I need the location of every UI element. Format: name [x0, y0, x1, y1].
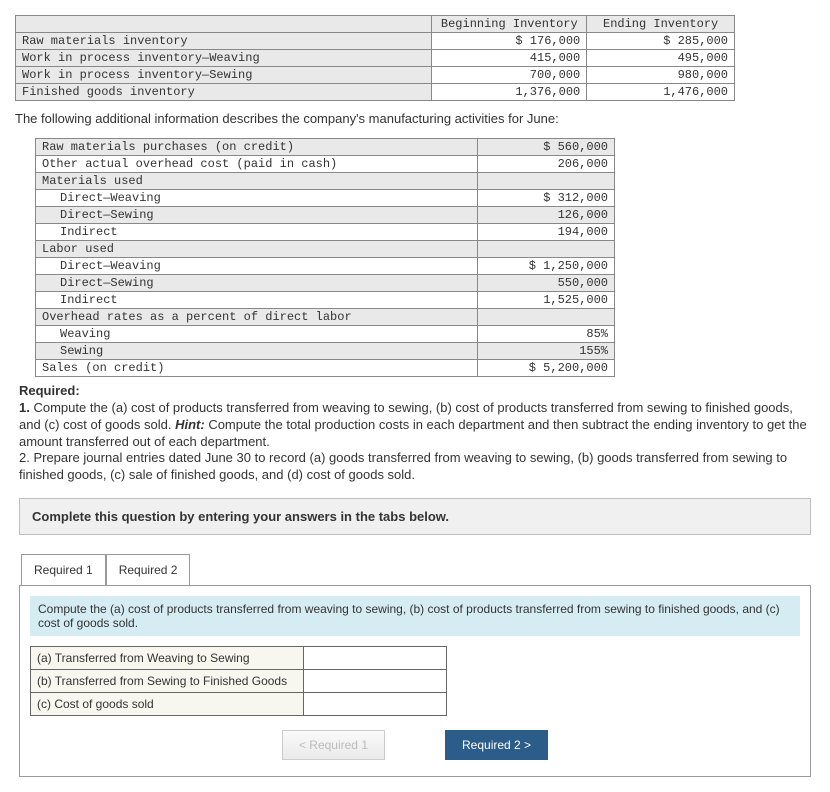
table-row: Other actual overhead cost (paid in cash… [36, 155, 615, 172]
activity-label: Overhead rates as a percent of direct la… [36, 308, 478, 325]
blank-header [16, 16, 432, 33]
narrative-text: The following additional information des… [15, 111, 815, 128]
activity-value: $ 312,000 [478, 189, 615, 206]
answer-input-c[interactable] [310, 696, 440, 712]
nav-buttons: < Required 1 Required 2 > [30, 730, 800, 760]
table-row: Direct—Weaving$ 312,000 [36, 189, 615, 206]
answer-table: (a) Transferred from Weaving to Sewing (… [30, 646, 447, 716]
tab-required-2[interactable]: Required 2 [106, 554, 191, 586]
required-section: Required: 1. Compute the (a) cost of pro… [19, 383, 811, 484]
beginning-inventory-header: Beginning Inventory [432, 16, 587, 33]
table-row: Indirect194,000 [36, 223, 615, 240]
activity-value: $ 1,250,000 [478, 257, 615, 274]
activity-label: Other actual overhead cost (paid in cash… [36, 155, 478, 172]
next-label: Required 2 [462, 738, 521, 752]
table-row: Work in process inventory—Weaving 415,00… [16, 50, 735, 67]
activity-value: 1,525,000 [478, 291, 615, 308]
table-row: Direct—Sewing126,000 [36, 206, 615, 223]
answer-label: (b) Transferred from Sewing to Finished … [31, 670, 304, 693]
inv-beg: 1,376,000 [432, 84, 587, 101]
activity-label: Direct—Sewing [36, 274, 478, 291]
chevron-right-icon: > [521, 738, 531, 752]
activity-label: Sewing [36, 342, 478, 359]
answer-label: (a) Transferred from Weaving to Sewing [31, 647, 304, 670]
table-row: (a) Transferred from Weaving to Sewing [31, 647, 447, 670]
activity-label: Direct—Weaving [36, 189, 478, 206]
activity-label: Indirect [36, 291, 478, 308]
required-heading: Required: [19, 383, 80, 398]
activities-table: Raw materials purchases (on credit)$ 560… [35, 138, 615, 377]
complete-instruction-bar: Complete this question by entering your … [19, 498, 811, 535]
answer-label: (c) Cost of goods sold [31, 693, 304, 716]
chevron-left-icon: < [299, 738, 309, 752]
inv-label: Work in process inventory—Sewing [16, 67, 432, 84]
inv-end: 980,000 [587, 67, 735, 84]
activity-value: 206,000 [478, 155, 615, 172]
activity-label: Indirect [36, 223, 478, 240]
tab-content-required-1: Compute the (a) cost of products transfe… [19, 585, 811, 777]
answer-cell[interactable] [304, 670, 447, 693]
inv-label: Finished goods inventory [16, 84, 432, 101]
inv-label: Raw materials inventory [16, 33, 432, 50]
inv-beg: 700,000 [432, 67, 587, 84]
activity-value: 126,000 [478, 206, 615, 223]
table-row: Raw materials inventory $ 176,000 $ 285,… [16, 33, 735, 50]
activity-value [478, 172, 615, 189]
activity-value [478, 240, 615, 257]
inv-beg: $ 176,000 [432, 33, 587, 50]
table-row: Work in process inventory—Sewing 700,000… [16, 67, 735, 84]
table-row: Materials used [36, 172, 615, 189]
answer-cell[interactable] [304, 647, 447, 670]
activity-value: 85% [478, 325, 615, 342]
activity-value [478, 308, 615, 325]
table-row: Labor used [36, 240, 615, 257]
req1-num: 1. [19, 400, 33, 415]
inv-end: 1,476,000 [587, 84, 735, 101]
activity-label: Direct—Sewing [36, 206, 478, 223]
answer-cell[interactable] [304, 693, 447, 716]
tab1-instruction: Compute the (a) cost of products transfe… [30, 596, 800, 636]
inv-end: $ 285,000 [587, 33, 735, 50]
activity-value: 155% [478, 342, 615, 359]
activity-value: 194,000 [478, 223, 615, 240]
tab-strip: Required 1 Required 2 [21, 553, 815, 585]
table-row: Sales (on credit)$ 5,200,000 [36, 359, 615, 376]
inv-label: Work in process inventory—Weaving [16, 50, 432, 67]
table-row: Direct—Sewing550,000 [36, 274, 615, 291]
table-row: (b) Transferred from Sewing to Finished … [31, 670, 447, 693]
inv-beg: 415,000 [432, 50, 587, 67]
answer-input-a[interactable] [310, 650, 440, 666]
prev-label: Required 1 [309, 738, 368, 752]
activity-value: 550,000 [478, 274, 615, 291]
prev-button: < Required 1 [282, 730, 385, 760]
table-row: Finished goods inventory 1,376,000 1,476… [16, 84, 735, 101]
req2-text: 2. Prepare journal entries dated June 30… [19, 450, 787, 482]
activity-label: Direct—Weaving [36, 257, 478, 274]
table-row: Overhead rates as a percent of direct la… [36, 308, 615, 325]
hint-label: Hint: [175, 417, 205, 432]
next-button[interactable]: Required 2 > [445, 730, 548, 760]
table-row: Weaving85% [36, 325, 615, 342]
activity-value: $ 5,200,000 [478, 359, 615, 376]
activity-label: Materials used [36, 172, 478, 189]
table-row: Raw materials purchases (on credit)$ 560… [36, 138, 615, 155]
activity-label: Raw materials purchases (on credit) [36, 138, 478, 155]
inv-end: 495,000 [587, 50, 735, 67]
activity-label: Labor used [36, 240, 478, 257]
tab-required-1[interactable]: Required 1 [21, 554, 106, 586]
answer-input-b[interactable] [310, 673, 440, 689]
table-row: Indirect1,525,000 [36, 291, 615, 308]
ending-inventory-header: Ending Inventory [587, 16, 735, 33]
activity-label: Sales (on credit) [36, 359, 478, 376]
activity-value: $ 560,000 [478, 138, 615, 155]
table-row: Sewing155% [36, 342, 615, 359]
inventory-table: Beginning Inventory Ending Inventory Raw… [15, 15, 735, 101]
table-row: Direct—Weaving$ 1,250,000 [36, 257, 615, 274]
activity-label: Weaving [36, 325, 478, 342]
table-row: (c) Cost of goods sold [31, 693, 447, 716]
